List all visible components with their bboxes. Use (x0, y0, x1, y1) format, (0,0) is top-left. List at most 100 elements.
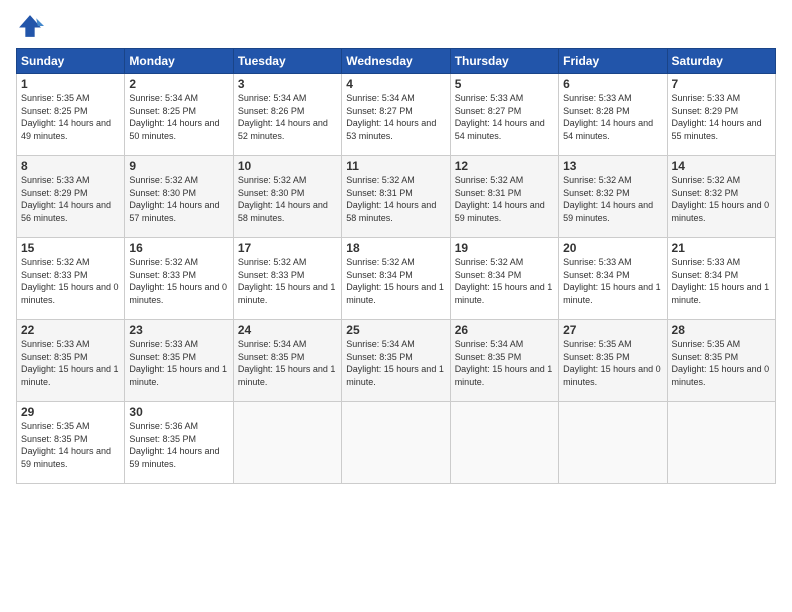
calendar-cell: 21 Sunrise: 5:33 AMSunset: 8:34 PMDaylig… (667, 238, 775, 320)
calendar-cell: 13 Sunrise: 5:32 AMSunset: 8:32 PMDaylig… (559, 156, 667, 238)
day-number: 2 (129, 77, 228, 91)
day-number: 13 (563, 159, 662, 173)
weekday-header-friday: Friday (559, 49, 667, 74)
day-info: Sunrise: 5:34 AMSunset: 8:26 PMDaylight:… (238, 93, 328, 141)
day-number: 9 (129, 159, 228, 173)
calendar-cell: 6 Sunrise: 5:33 AMSunset: 8:28 PMDayligh… (559, 74, 667, 156)
calendar-cell: 17 Sunrise: 5:32 AMSunset: 8:33 PMDaylig… (233, 238, 341, 320)
calendar-cell: 8 Sunrise: 5:33 AMSunset: 8:29 PMDayligh… (17, 156, 125, 238)
day-number: 27 (563, 323, 662, 337)
calendar-cell: 7 Sunrise: 5:33 AMSunset: 8:29 PMDayligh… (667, 74, 775, 156)
day-number: 3 (238, 77, 337, 91)
day-number: 19 (455, 241, 554, 255)
calendar-cell: 19 Sunrise: 5:32 AMSunset: 8:34 PMDaylig… (450, 238, 558, 320)
page: SundayMondayTuesdayWednesdayThursdayFrid… (0, 0, 792, 612)
day-info: Sunrise: 5:32 AMSunset: 8:31 PMDaylight:… (346, 175, 436, 223)
day-info: Sunrise: 5:36 AMSunset: 8:35 PMDaylight:… (129, 421, 219, 469)
day-number: 14 (672, 159, 771, 173)
day-info: Sunrise: 5:32 AMSunset: 8:30 PMDaylight:… (238, 175, 328, 223)
day-number: 25 (346, 323, 445, 337)
calendar-cell: 3 Sunrise: 5:34 AMSunset: 8:26 PMDayligh… (233, 74, 341, 156)
day-number: 22 (21, 323, 120, 337)
day-info: Sunrise: 5:35 AMSunset: 8:35 PMDaylight:… (21, 421, 111, 469)
day-info: Sunrise: 5:34 AMSunset: 8:35 PMDaylight:… (346, 339, 444, 387)
day-info: Sunrise: 5:33 AMSunset: 8:29 PMDaylight:… (672, 93, 762, 141)
day-number: 12 (455, 159, 554, 173)
weekday-header-saturday: Saturday (667, 49, 775, 74)
calendar-cell: 12 Sunrise: 5:32 AMSunset: 8:31 PMDaylig… (450, 156, 558, 238)
calendar-cell: 1 Sunrise: 5:35 AMSunset: 8:25 PMDayligh… (17, 74, 125, 156)
day-info: Sunrise: 5:34 AMSunset: 8:35 PMDaylight:… (238, 339, 336, 387)
day-info: Sunrise: 5:35 AMSunset: 8:35 PMDaylight:… (672, 339, 770, 387)
weekday-header-thursday: Thursday (450, 49, 558, 74)
calendar-cell (559, 402, 667, 484)
day-number: 26 (455, 323, 554, 337)
weekday-header-monday: Monday (125, 49, 233, 74)
day-number: 16 (129, 241, 228, 255)
calendar-table: SundayMondayTuesdayWednesdayThursdayFrid… (16, 48, 776, 484)
weekday-header-row: SundayMondayTuesdayWednesdayThursdayFrid… (17, 49, 776, 74)
day-number: 23 (129, 323, 228, 337)
calendar-cell: 15 Sunrise: 5:32 AMSunset: 8:33 PMDaylig… (17, 238, 125, 320)
day-number: 11 (346, 159, 445, 173)
day-info: Sunrise: 5:33 AMSunset: 8:35 PMDaylight:… (129, 339, 227, 387)
day-number: 18 (346, 241, 445, 255)
day-info: Sunrise: 5:34 AMSunset: 8:25 PMDaylight:… (129, 93, 219, 141)
calendar-cell: 2 Sunrise: 5:34 AMSunset: 8:25 PMDayligh… (125, 74, 233, 156)
day-info: Sunrise: 5:33 AMSunset: 8:27 PMDaylight:… (455, 93, 545, 141)
calendar-cell: 11 Sunrise: 5:32 AMSunset: 8:31 PMDaylig… (342, 156, 450, 238)
calendar-cell: 4 Sunrise: 5:34 AMSunset: 8:27 PMDayligh… (342, 74, 450, 156)
day-number: 7 (672, 77, 771, 91)
day-number: 10 (238, 159, 337, 173)
weekday-header-tuesday: Tuesday (233, 49, 341, 74)
day-info: Sunrise: 5:32 AMSunset: 8:34 PMDaylight:… (455, 257, 553, 305)
day-info: Sunrise: 5:32 AMSunset: 8:32 PMDaylight:… (563, 175, 653, 223)
day-info: Sunrise: 5:34 AMSunset: 8:35 PMDaylight:… (455, 339, 553, 387)
day-number: 1 (21, 77, 120, 91)
day-info: Sunrise: 5:32 AMSunset: 8:31 PMDaylight:… (455, 175, 545, 223)
calendar-cell: 14 Sunrise: 5:32 AMSunset: 8:32 PMDaylig… (667, 156, 775, 238)
day-info: Sunrise: 5:32 AMSunset: 8:30 PMDaylight:… (129, 175, 219, 223)
calendar-cell (667, 402, 775, 484)
logo (16, 12, 48, 40)
day-info: Sunrise: 5:33 AMSunset: 8:28 PMDaylight:… (563, 93, 653, 141)
calendar-cell: 28 Sunrise: 5:35 AMSunset: 8:35 PMDaylig… (667, 320, 775, 402)
calendar-cell: 23 Sunrise: 5:33 AMSunset: 8:35 PMDaylig… (125, 320, 233, 402)
calendar-cell: 26 Sunrise: 5:34 AMSunset: 8:35 PMDaylig… (450, 320, 558, 402)
calendar-cell: 25 Sunrise: 5:34 AMSunset: 8:35 PMDaylig… (342, 320, 450, 402)
day-info: Sunrise: 5:33 AMSunset: 8:34 PMDaylight:… (672, 257, 770, 305)
day-info: Sunrise: 5:32 AMSunset: 8:32 PMDaylight:… (672, 175, 770, 223)
calendar-cell: 24 Sunrise: 5:34 AMSunset: 8:35 PMDaylig… (233, 320, 341, 402)
day-number: 15 (21, 241, 120, 255)
day-info: Sunrise: 5:35 AMSunset: 8:35 PMDaylight:… (563, 339, 661, 387)
week-row-4: 22 Sunrise: 5:33 AMSunset: 8:35 PMDaylig… (17, 320, 776, 402)
calendar-cell: 16 Sunrise: 5:32 AMSunset: 8:33 PMDaylig… (125, 238, 233, 320)
calendar-cell: 30 Sunrise: 5:36 AMSunset: 8:35 PMDaylig… (125, 402, 233, 484)
day-number: 28 (672, 323, 771, 337)
day-number: 8 (21, 159, 120, 173)
day-number: 30 (129, 405, 228, 419)
logo-icon (16, 12, 44, 40)
day-info: Sunrise: 5:32 AMSunset: 8:33 PMDaylight:… (238, 257, 336, 305)
day-info: Sunrise: 5:34 AMSunset: 8:27 PMDaylight:… (346, 93, 436, 141)
calendar-cell (233, 402, 341, 484)
day-number: 17 (238, 241, 337, 255)
week-row-1: 1 Sunrise: 5:35 AMSunset: 8:25 PMDayligh… (17, 74, 776, 156)
calendar-cell: 5 Sunrise: 5:33 AMSunset: 8:27 PMDayligh… (450, 74, 558, 156)
calendar-cell (450, 402, 558, 484)
header (16, 12, 776, 40)
day-number: 6 (563, 77, 662, 91)
day-number: 29 (21, 405, 120, 419)
calendar-cell: 20 Sunrise: 5:33 AMSunset: 8:34 PMDaylig… (559, 238, 667, 320)
day-info: Sunrise: 5:32 AMSunset: 8:33 PMDaylight:… (129, 257, 227, 305)
calendar-cell: 9 Sunrise: 5:32 AMSunset: 8:30 PMDayligh… (125, 156, 233, 238)
day-info: Sunrise: 5:33 AMSunset: 8:35 PMDaylight:… (21, 339, 119, 387)
calendar-cell: 27 Sunrise: 5:35 AMSunset: 8:35 PMDaylig… (559, 320, 667, 402)
weekday-header-wednesday: Wednesday (342, 49, 450, 74)
day-info: Sunrise: 5:33 AMSunset: 8:29 PMDaylight:… (21, 175, 111, 223)
day-info: Sunrise: 5:33 AMSunset: 8:34 PMDaylight:… (563, 257, 661, 305)
week-row-2: 8 Sunrise: 5:33 AMSunset: 8:29 PMDayligh… (17, 156, 776, 238)
week-row-5: 29 Sunrise: 5:35 AMSunset: 8:35 PMDaylig… (17, 402, 776, 484)
day-info: Sunrise: 5:32 AMSunset: 8:34 PMDaylight:… (346, 257, 444, 305)
day-number: 24 (238, 323, 337, 337)
